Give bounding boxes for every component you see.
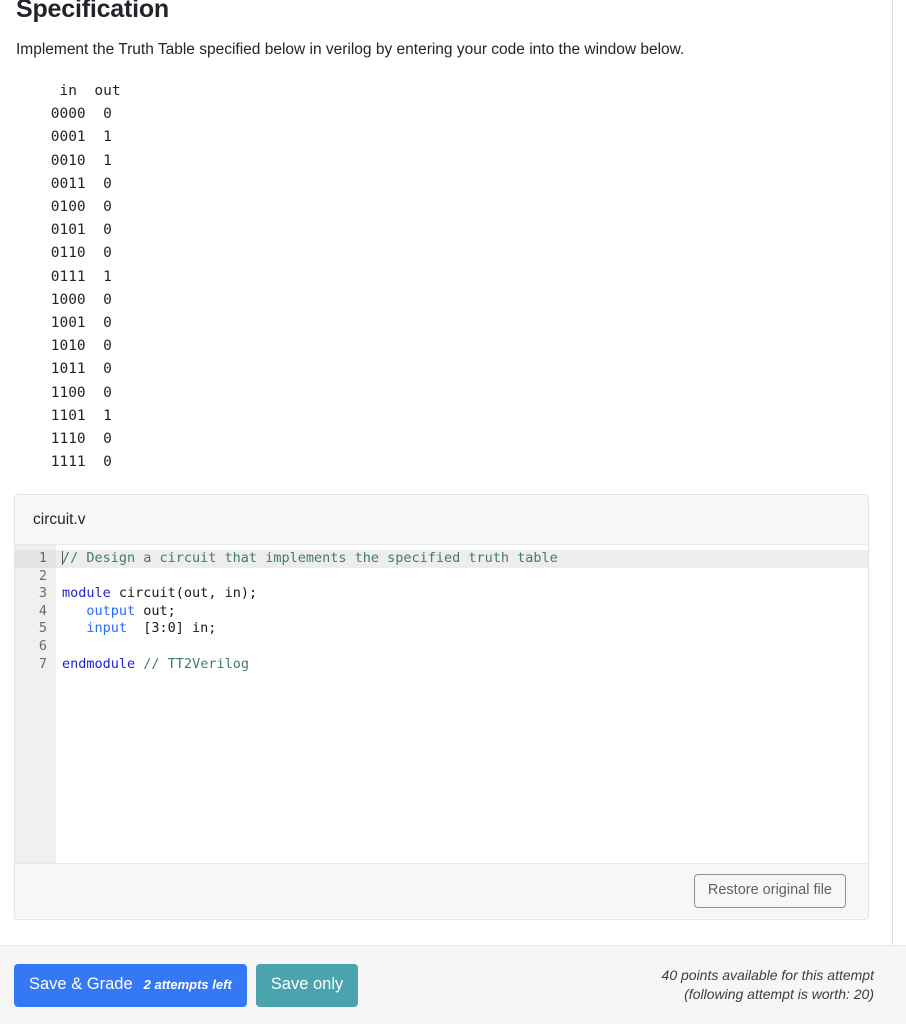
truth-table: in out 0000 0 0001 1 0010 1 0011 0 0100 … — [50, 83, 121, 471]
code-line-1[interactable]: // Design a circuit that implements the … — [56, 550, 868, 568]
code-token-keyword-input: input — [86, 620, 128, 637]
code-token-keyword-module: module — [62, 585, 111, 602]
code-token-output-decl: out; — [135, 602, 176, 619]
save-and-grade-button[interactable]: Save & Grade 2 attempts left — [14, 963, 247, 1007]
line-number: 3 — [38, 585, 47, 602]
editor-footer: Restore original file — [15, 863, 868, 918]
save-only-label: Save only — [270, 974, 344, 993]
next-attempt-worth-text: (following attempt is worth: 20) — [684, 986, 874, 1002]
save-and-grade-label: Save & Grade — [29, 974, 133, 993]
editor-filename-tab[interactable]: circuit.v — [33, 511, 86, 529]
action-buttons-group: Save & Grade 2 attempts left Save only — [0, 963, 359, 1007]
code-token-keyword-output: output — [86, 602, 136, 619]
line-number: 5 — [38, 620, 47, 637]
save-only-button[interactable]: Save only — [255, 963, 359, 1007]
code-token-keyword-endmodule: endmodule — [62, 655, 136, 672]
code-token-comment: // Design a circuit that implements the … — [62, 550, 558, 566]
page-title: Specification — [16, 0, 169, 23]
code-line-5[interactable]: input [3:0] in; — [56, 620, 868, 638]
restore-original-file-button[interactable]: Restore original file — [693, 874, 846, 908]
page-right-border — [892, 0, 893, 945]
code-line-7[interactable]: endmodule // TT2Verilog — [56, 656, 868, 674]
code-editor-card: circuit.v 1 2 3 4 5 6 7 // Design a circ… — [14, 494, 869, 920]
code-line-4[interactable]: output out; — [56, 603, 868, 621]
code-token-comment-tail: // TT2Verilog — [143, 655, 249, 672]
code-token-input-decl: [3:0] in; — [127, 620, 217, 637]
line-number: 7 — [38, 655, 47, 672]
points-info: 40 points available for this attempt (fo… — [662, 966, 906, 1004]
points-available-text: 40 points available for this attempt — [661, 967, 874, 983]
line-number: 1 — [15, 550, 56, 568]
line-number: 2 — [38, 567, 47, 584]
code-token-module-decl: circuit(out, in); — [110, 585, 258, 602]
attempts-left-label: 2 attempts left — [143, 976, 232, 992]
page-root: Specification Implement the Truth Table … — [0, 0, 906, 1024]
code-text-area[interactable]: // Design a circuit that implements the … — [56, 545, 868, 863]
code-line-6[interactable] — [56, 638, 868, 656]
editor-line-number-gutter: 1 2 3 4 5 6 7 — [15, 545, 56, 863]
editor-body[interactable]: 1 2 3 4 5 6 7 // Design a circuit that i… — [15, 545, 868, 863]
line-number: 4 — [38, 602, 47, 619]
specification-section: Specification Implement the Truth Table … — [0, 0, 906, 474]
instructions-text: Implement the Truth Table specified belo… — [16, 41, 685, 58]
code-line-3[interactable]: module circuit(out, in); — [56, 585, 868, 603]
code-line-2[interactable] — [56, 568, 868, 586]
action-bar: Save & Grade 2 attempts left Save only 4… — [0, 945, 906, 1024]
editor-header: circuit.v — [15, 495, 868, 545]
line-number: 6 — [38, 637, 47, 654]
